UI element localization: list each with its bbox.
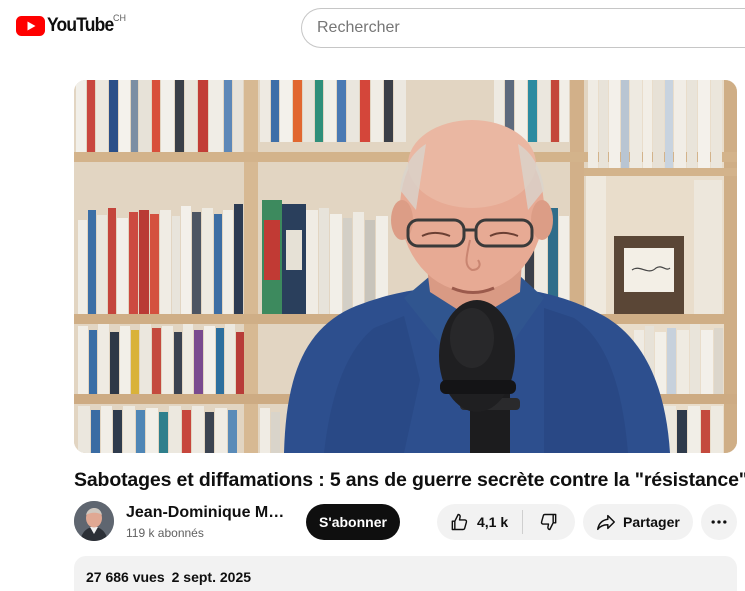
channel-name[interactable]: Jean-Dominique Michel	[126, 504, 286, 522]
publish-date: 2 sept. 2025	[171, 569, 252, 585]
more-horizontal-icon	[711, 520, 727, 524]
search-box[interactable]	[301, 8, 745, 48]
subscriber-count: 119 k abonnés	[126, 526, 204, 540]
share-button[interactable]: Partager	[583, 504, 693, 540]
like-count: 4,1 k	[477, 514, 509, 530]
youtube-logo[interactable]: YouTube	[16, 16, 119, 36]
logo-wordmark: YouTube	[47, 15, 114, 36]
like-button[interactable]: 4,1 k	[437, 504, 522, 540]
search-input[interactable]	[317, 9, 717, 47]
video-title: Sabotages et diffamations : 5 ans de gue…	[74, 469, 745, 491]
video-player[interactable]	[74, 80, 737, 453]
video-meta: 27 686 vues 2 sept. 2025	[86, 569, 251, 585]
more-actions-button[interactable]	[701, 504, 737, 540]
thumb-up-icon	[451, 513, 468, 531]
subscribe-button[interactable]: S'abonner	[306, 504, 400, 540]
country-code: CH	[113, 13, 126, 23]
channel-avatar[interactable]	[74, 501, 114, 541]
youtube-play-icon	[16, 16, 45, 36]
share-arrow-icon	[597, 514, 615, 531]
dislike-button[interactable]	[523, 504, 575, 540]
video-frame	[74, 80, 737, 453]
view-count: 27 686 vues	[86, 569, 165, 585]
like-dislike-group: 4,1 k	[437, 504, 575, 540]
masthead: YouTube CH	[0, 0, 745, 56]
description-box[interactable]: 27 686 vues 2 sept. 2025	[74, 556, 737, 591]
thumb-down-icon	[540, 513, 557, 531]
share-label: Partager	[623, 514, 680, 530]
avatar-portrait-icon	[74, 501, 114, 541]
